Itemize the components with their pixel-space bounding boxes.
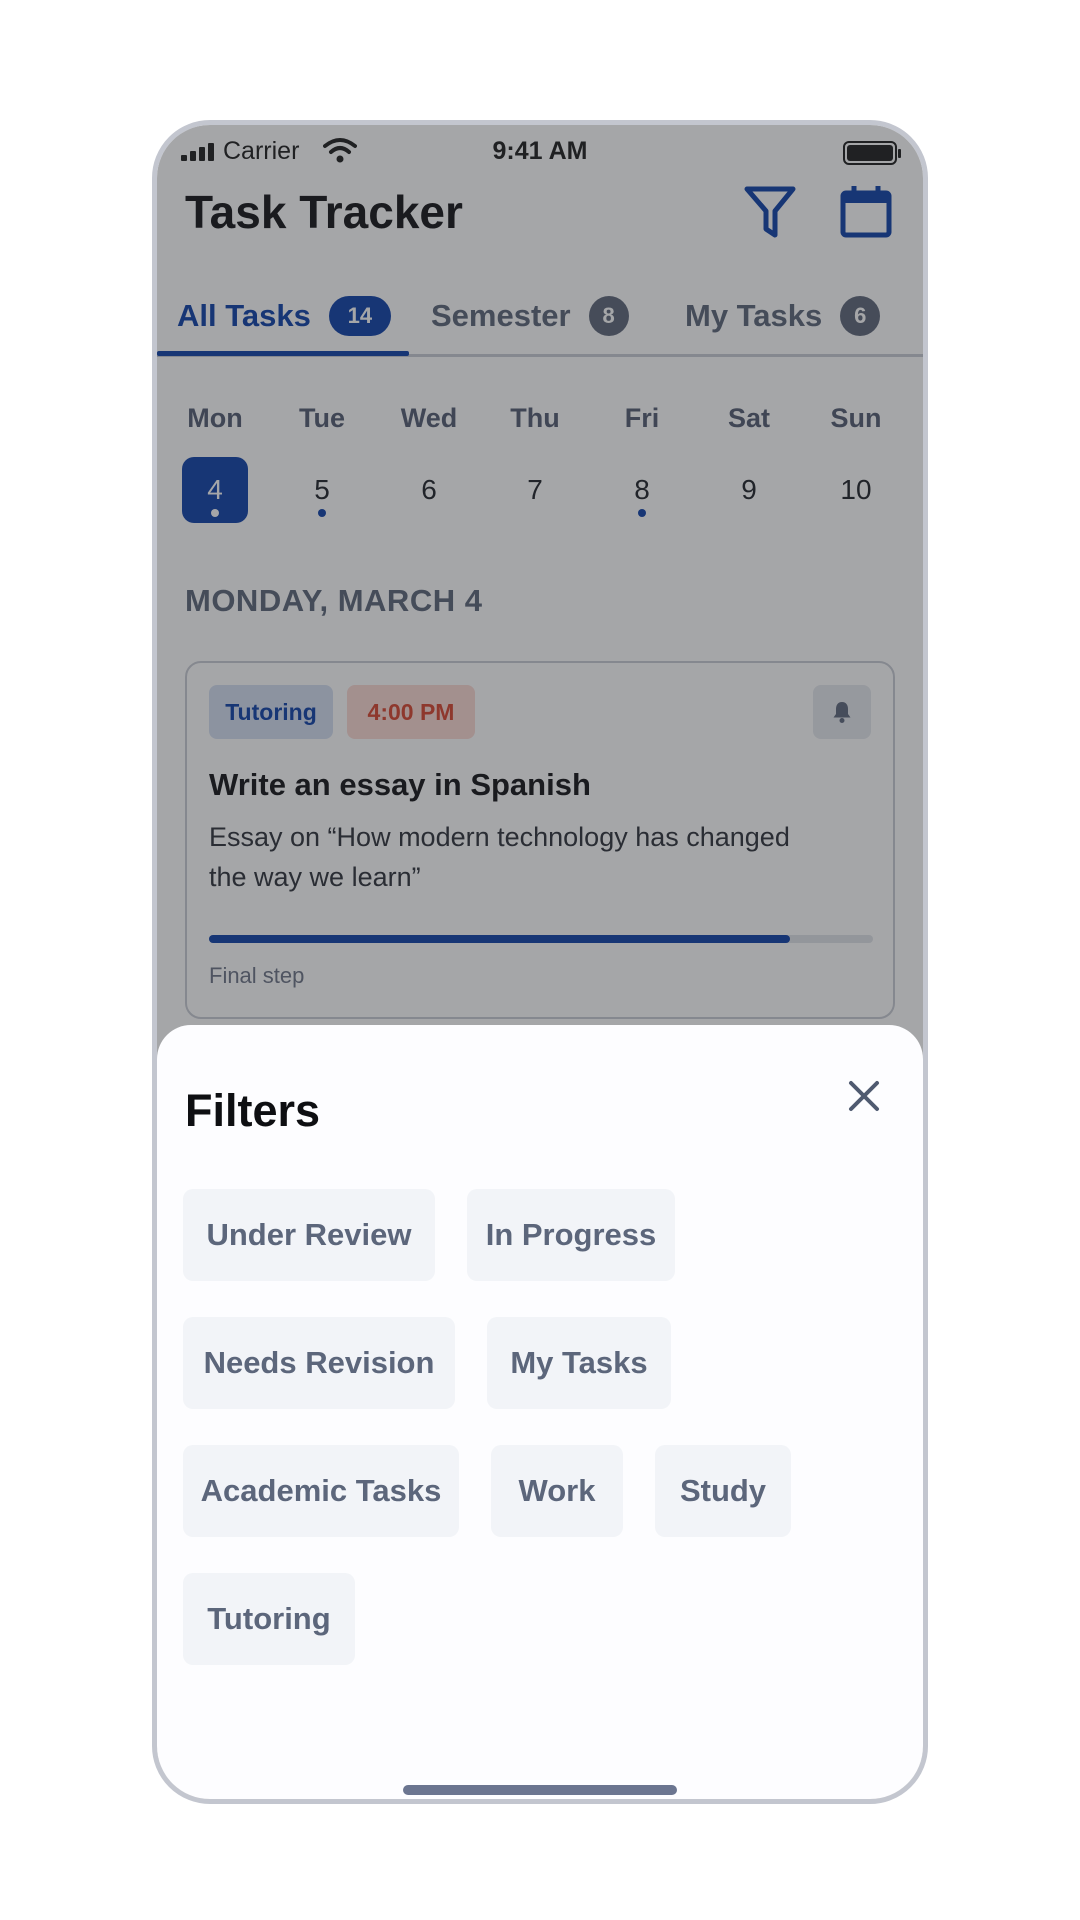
filter-option-work[interactable]: Work xyxy=(491,1445,623,1537)
filter-option-tutoring[interactable]: Tutoring xyxy=(183,1573,355,1665)
filter-option-academic-tasks[interactable]: Academic Tasks xyxy=(183,1445,459,1537)
app-screen: Carrier 9:41 AM Task Tracker All Tasks 1… xyxy=(157,125,923,1799)
filter-option-needs-revision[interactable]: Needs Revision xyxy=(183,1317,455,1409)
home-indicator[interactable] xyxy=(403,1785,677,1795)
filters-sheet: Filters Under Review In Progress Needs R… xyxy=(157,1025,923,1799)
filter-option-under-review[interactable]: Under Review xyxy=(183,1189,435,1281)
filter-option-my-tasks[interactable]: My Tasks xyxy=(487,1317,671,1409)
sheet-title: Filters xyxy=(185,1085,321,1136)
close-icon[interactable] xyxy=(839,1071,889,1121)
filter-option-in-progress[interactable]: In Progress xyxy=(467,1189,675,1281)
phone-frame: Carrier 9:41 AM Task Tracker All Tasks 1… xyxy=(152,120,928,1804)
filter-option-study[interactable]: Study xyxy=(655,1445,791,1537)
